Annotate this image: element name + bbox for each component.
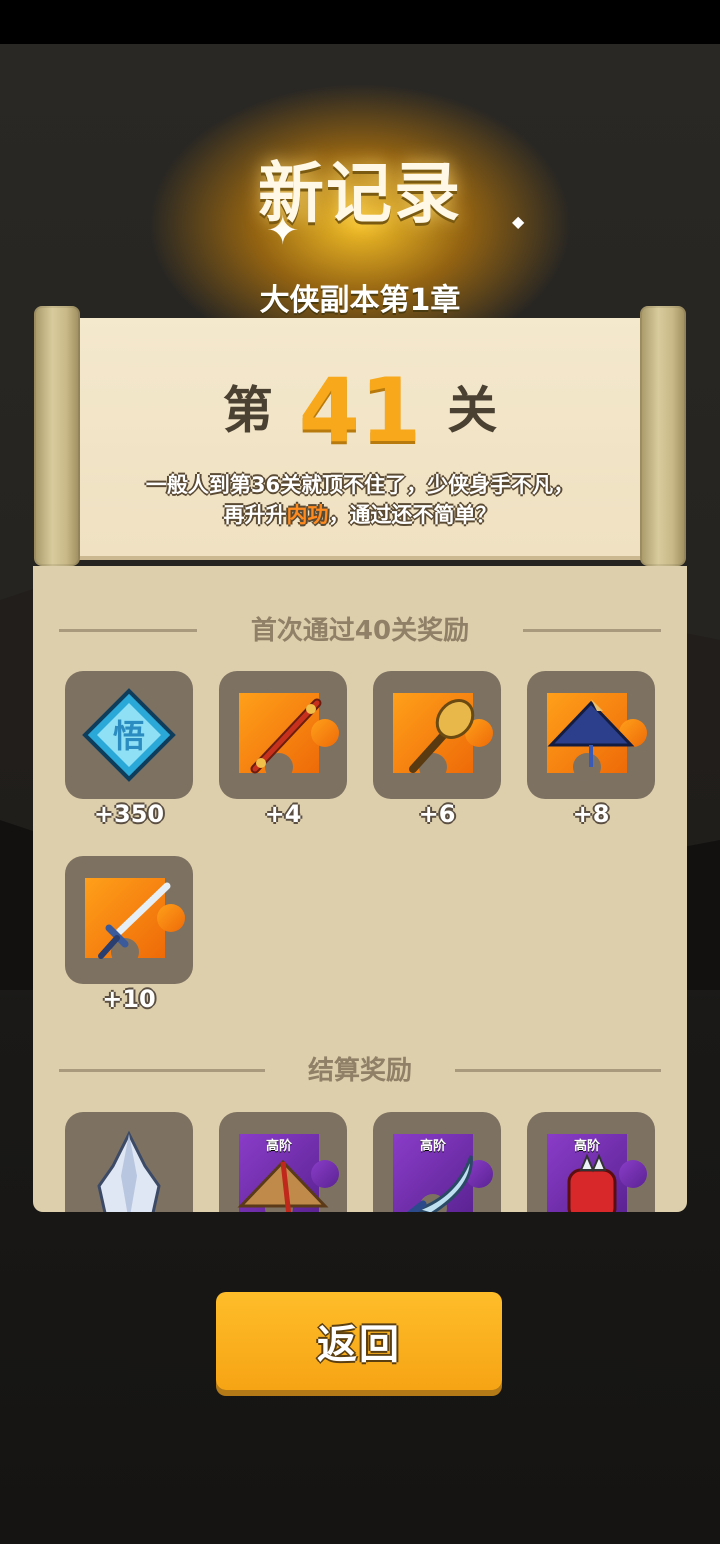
description-text: 再升升	[223, 503, 287, 527]
status-bar	[0, 0, 720, 44]
neigong-highlight: 内功	[286, 503, 329, 527]
wu-insight-gem-icon: 悟	[82, 688, 176, 782]
reward-slot-bamboo-hat[interactable]: 高阶	[219, 1112, 347, 1212]
divider	[523, 628, 661, 632]
divider	[59, 628, 197, 632]
reward-slot-wu-gem[interactable]: 悟	[65, 671, 193, 799]
straw-hat-fragment-icon	[547, 699, 635, 767]
reward-count: +10	[102, 985, 156, 1013]
reward-slot-mace[interactable]	[373, 671, 501, 799]
new-record-title: 新记录	[258, 155, 462, 232]
reward-slot-glove[interactable]: 高阶	[527, 1112, 655, 1212]
mace-fragment-icon	[409, 699, 475, 773]
return-button[interactable]: 返回	[216, 1292, 502, 1390]
divider	[455, 1068, 661, 1072]
stage-description: 一般人到第36关就顶不住了，少侠身手不凡， 再升升内功，通过还不简单？	[90, 470, 630, 530]
chapter-title: 大侠副本第1章	[259, 283, 461, 318]
svg-text:悟: 悟	[113, 717, 145, 755]
settlement-rewards-title: 结算奖励	[307, 1056, 412, 1086]
crystal-icon	[97, 1130, 161, 1212]
description-line1: 一般人到第36关就顶不住了，少侠身手不凡，	[145, 473, 575, 497]
description-line2: 再升升内功，通过还不简单？	[90, 500, 630, 530]
reward-slot-staff[interactable]	[219, 671, 347, 799]
saber-fragment-icon	[407, 1155, 473, 1212]
reward-count: +8	[572, 800, 610, 828]
glove-fragment-icon	[567, 1153, 617, 1212]
reward-count: +4	[264, 800, 302, 828]
first-clear-rewards-title: 首次通过40关奖励	[250, 616, 470, 646]
reward-slot-saber[interactable]: 高阶	[373, 1112, 501, 1212]
stage-number: 41	[298, 358, 422, 462]
reward-slot-hat[interactable]	[527, 671, 655, 799]
bamboo-hat-fragment-icon	[237, 1159, 329, 1212]
settlement-rewards-header: 结算奖励	[33, 1050, 687, 1087]
reward-slot-sword[interactable]	[65, 856, 193, 984]
scroll-roller-left	[34, 306, 80, 566]
stage-heading: 第 41 关	[78, 360, 642, 460]
stage-suffix: 关	[447, 381, 498, 440]
sword-fragment-icon	[98, 882, 171, 959]
reward-count: +6	[418, 800, 456, 828]
scroll-roller-right	[640, 306, 686, 566]
first-clear-rewards-header: 首次通过40关奖励	[33, 610, 687, 647]
reward-slot-crystal[interactable]	[65, 1112, 193, 1212]
rewards-panel: 首次通过40关奖励 悟 +350 +4 +6 +8 +10 结算奖励 高阶 高阶…	[33, 566, 687, 1212]
description-text: ，通过还不简单？	[328, 503, 497, 527]
staff-fragment-icon	[250, 698, 322, 774]
stage-prefix: 第	[222, 381, 273, 440]
divider	[59, 1068, 265, 1072]
reward-count: +350	[93, 800, 165, 828]
